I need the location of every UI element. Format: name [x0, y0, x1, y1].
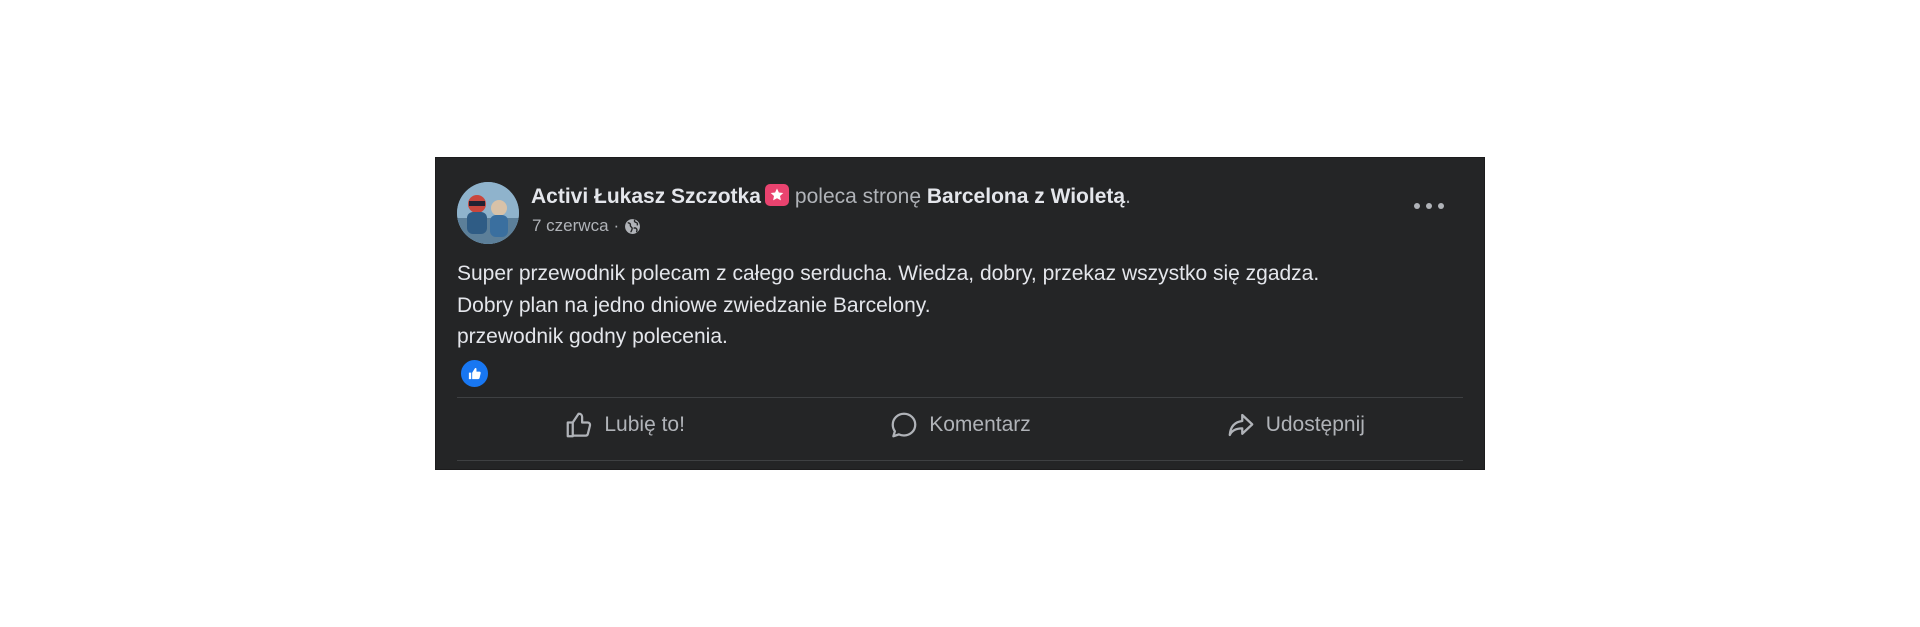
meta-separator: ·	[613, 216, 620, 235]
like-button[interactable]: Lubię to!	[457, 398, 792, 452]
recommends-text: poleca stronę	[794, 185, 922, 208]
share-label: Udostępnij	[1265, 413, 1365, 436]
dot-icon	[1414, 203, 1420, 209]
post-body-line: Dobry plan na jedno dniowe zwiedzanie Ba…	[457, 293, 931, 317]
thumbs-up-icon	[567, 412, 592, 438]
post-meta: 7 czerwca ·	[532, 216, 641, 236]
share-arrow-icon	[1228, 413, 1254, 437]
share-button[interactable]: Udostępnij	[1128, 398, 1463, 452]
comment-button[interactable]: Komentarz	[792, 398, 1127, 452]
post-body-line: Super przewodnik polecam z całego serduc…	[457, 262, 1320, 285]
comment-bubble-icon	[891, 412, 917, 438]
more-options-button[interactable]	[1414, 201, 1444, 211]
post-actions-bar: Lubię to! Komentarz Udostępnij	[457, 398, 1463, 452]
page-name-link[interactable]: Barcelona z Wioletą	[927, 185, 1125, 208]
like-reaction-icon[interactable]	[459, 358, 490, 389]
comment-label: Komentarz	[929, 413, 1031, 436]
author-name[interactable]: Activi Łukasz Szczotka	[531, 185, 761, 208]
author-avatar[interactable]	[457, 182, 519, 244]
post-date[interactable]: 7 czerwca	[532, 216, 609, 236]
star-badge-icon	[764, 184, 789, 206]
post-body-line: przewodnik godny polecenia.	[457, 325, 728, 348]
like-label: Lubię to!	[604, 413, 685, 436]
globe-icon[interactable]	[624, 218, 641, 235]
dot-icon	[1438, 203, 1444, 209]
dot-icon	[1426, 203, 1432, 209]
actions-bottom-divider	[457, 460, 1463, 461]
post-body: Super przewodnik polecam z całego serduc…	[457, 258, 1319, 353]
post-card: Activi Łukasz Szczotka poleca stronę Barc…	[435, 157, 1485, 470]
post-header: Activi Łukasz Szczotka poleca stronę Barc…	[531, 184, 1131, 209]
page-suffix: .	[1125, 185, 1131, 208]
